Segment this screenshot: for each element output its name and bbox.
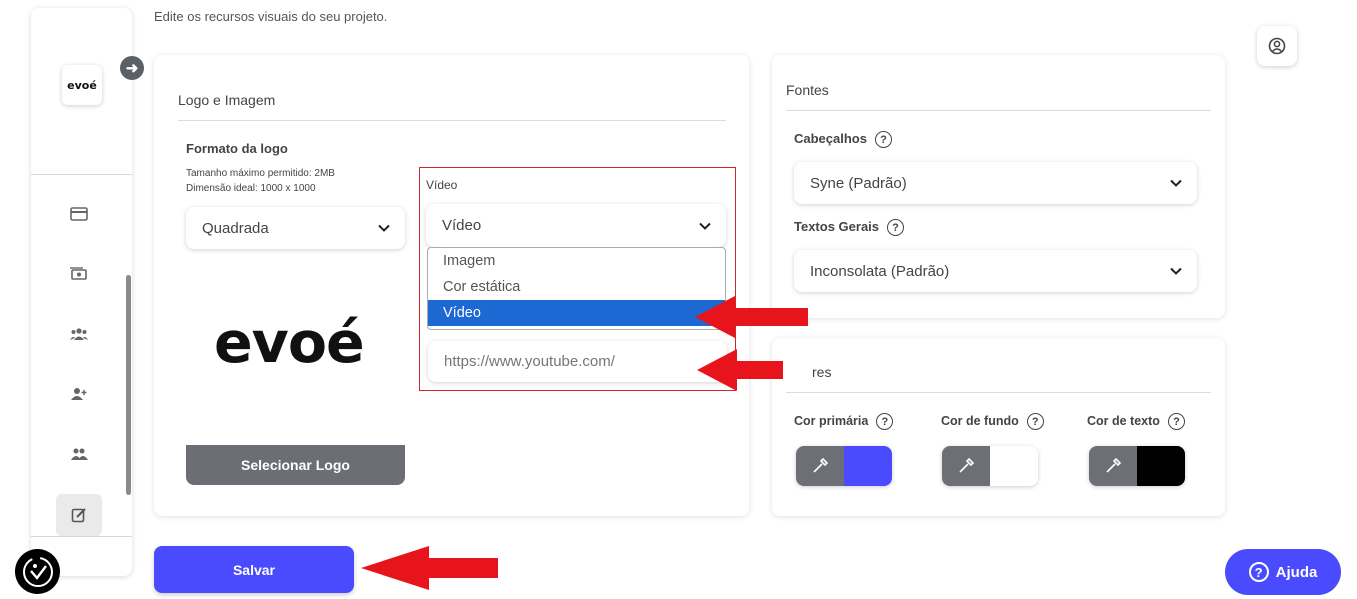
divider [178,120,726,121]
headers-font-select[interactable]: Syne (Padrão) [794,162,1197,204]
help-icon[interactable]: ? [1167,413,1185,430]
video-type-select[interactable]: Vídeo [426,204,726,247]
logo-preview: evoé [214,310,365,376]
video-url-input[interactable] [428,341,727,382]
sidebar-divider [31,536,132,537]
arrow-right-icon[interactable]: ➜ [120,56,144,80]
save-button[interactable]: Salvar [154,546,354,593]
logo-format-label: Formato da logo [186,141,288,156]
divider [786,110,1211,111]
eyedropper-icon[interactable] [1089,446,1137,486]
sidebar-divider [31,174,132,175]
user-icon[interactable] [1257,26,1297,66]
chevron-down-icon [699,222,711,230]
accessibility-icon[interactable] [15,549,60,594]
add-user-icon[interactable] [69,386,89,402]
chevron-down-icon [378,224,390,232]
logo-format-value: Quadrada [202,219,269,237]
edit-icon[interactable] [69,507,89,523]
body-font-select[interactable]: Inconsolata (Padrão) [794,250,1197,292]
text-color-picker[interactable] [1089,446,1185,486]
select-logo-button[interactable]: Selecionar Logo [186,445,405,485]
help-icon[interactable]: ? [1026,413,1044,430]
card-icon[interactable] [69,206,89,222]
max-size-text: Tamanho máximo permitido: 2MB [186,168,335,179]
dropdown-option-cor-estatica[interactable]: Cor estática [428,274,725,300]
question-icon: ? [1248,562,1269,582]
eyedropper-icon[interactable] [942,446,990,486]
divider [786,392,1211,393]
primary-color-picker[interactable] [796,446,892,486]
brand-logo[interactable]: evoé [62,65,102,105]
headers-font-value: Syne (Padrão) [810,174,907,192]
primary-color-swatch[interactable] [844,446,892,486]
fonts-card-title: Fontes [786,82,829,98]
background-color-label: Cor de fundo? [941,413,1044,430]
dropdown-option-imagem[interactable]: Imagem [428,248,725,274]
ideal-dimension-text: Dimensão ideal: 1000 x 1000 [186,183,316,194]
help-button-label: Ajuda [1275,563,1318,581]
video-type-dropdown[interactable]: Imagem Cor estática Vídeo [427,247,726,330]
team-icon[interactable] [69,446,89,462]
logo-card-title: Logo e Imagem [178,92,276,108]
eyedropper-icon[interactable] [796,446,844,486]
help-button[interactable]: ? Ajuda [1225,549,1341,595]
headers-font-label: Cabeçalhos? [794,131,892,149]
chevron-down-icon [1170,179,1182,187]
annotation-arrow-icon [695,296,808,338]
group-icon[interactable] [69,326,89,342]
money-icon[interactable] [69,266,89,282]
logo-format-select[interactable]: Quadrada [186,207,405,249]
body-font-label: Textos Gerais? [794,219,905,237]
annotation-arrow-icon [361,546,498,590]
help-icon[interactable]: ? [887,219,905,237]
help-icon[interactable]: ? [876,413,894,430]
chevron-down-icon [1170,267,1182,275]
annotation-arrow-icon [697,349,783,391]
video-label: Vídeo [426,178,458,192]
video-type-value: Vídeo [442,217,482,234]
text-color-label: Cor de texto? [1087,413,1185,430]
background-color-swatch[interactable] [990,446,1038,486]
help-icon[interactable]: ? [874,131,892,149]
dropdown-option-video[interactable]: Vídeo [428,300,725,326]
text-color-swatch[interactable] [1137,446,1185,486]
sidebar-scrollbar[interactable] [126,275,131,495]
body-font-value: Inconsolata (Padrão) [810,262,950,280]
background-color-picker[interactable] [942,446,1038,486]
primary-color-label: Cor primária? [794,413,894,430]
page-subtitle: Edite os recursos visuais do seu projeto… [154,9,388,24]
colors-card-title: res [812,364,832,380]
